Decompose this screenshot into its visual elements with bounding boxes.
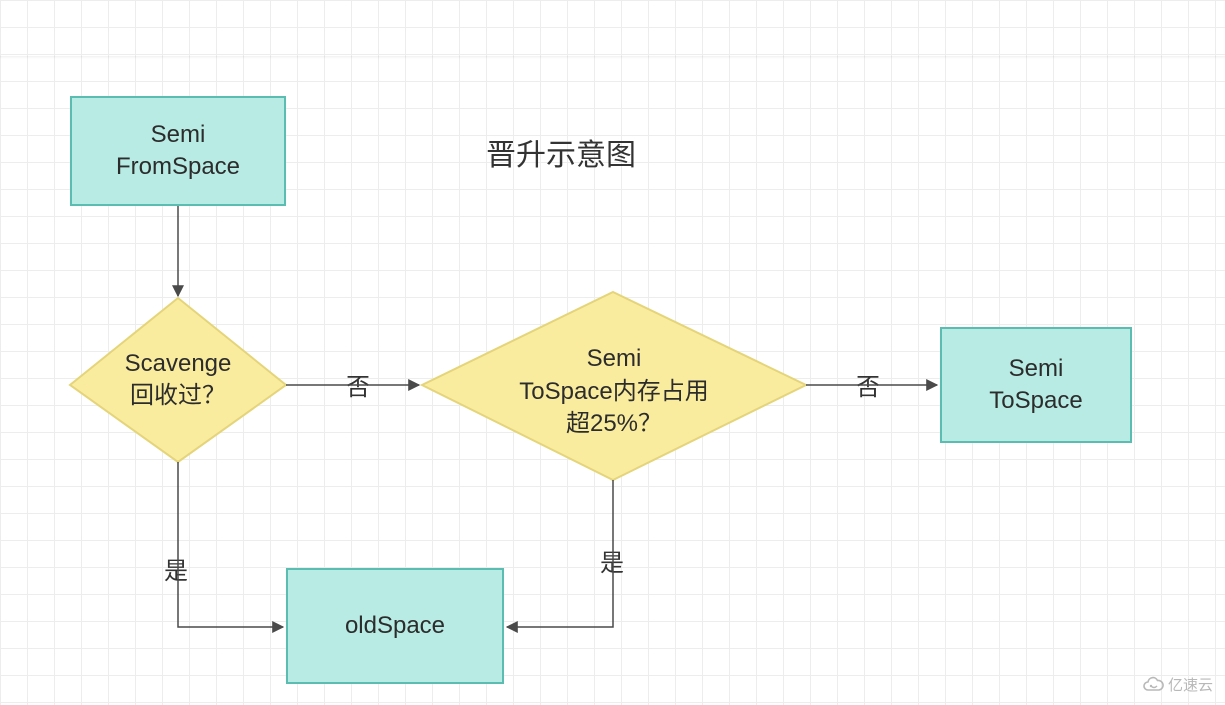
watermark: 亿速云: [1142, 674, 1213, 695]
node-text: ToSpace: [989, 387, 1082, 414]
node-text: oldSpace: [345, 610, 445, 642]
watermark-text: 亿速云: [1168, 674, 1213, 695]
edge-label-scavenge-yes: 是: [164, 556, 188, 588]
node-text: 超25%？: [566, 410, 662, 437]
node-text: Scavenge: [125, 350, 232, 377]
node-text: Semi: [1009, 355, 1064, 382]
node-scavenge-decision: Scavenge 回收过？: [70, 298, 286, 462]
edge-label-tospace-no: 否: [856, 372, 880, 404]
cloud-icon: [1142, 676, 1164, 694]
node-text: Semi: [151, 121, 206, 148]
diagram-title: 晋升示意图: [486, 136, 636, 177]
edge-label-tospace-yes: 是: [600, 548, 624, 580]
node-text: 回收过？: [130, 382, 226, 409]
node-oldspace: oldSpace: [286, 568, 504, 684]
node-semi-fromspace: Semi FromSpace: [70, 96, 286, 206]
node-semi-tospace: Semi ToSpace: [940, 327, 1132, 443]
edge-label-scavenge-no: 否: [346, 372, 370, 404]
node-text: FromSpace: [116, 153, 240, 180]
node-text: Semi: [587, 345, 642, 372]
node-tospace-memory-decision: Semi ToSpace内存占用 超25%？: [422, 300, 806, 484]
node-text: ToSpace内存占用: [519, 378, 708, 405]
top-shadow: [0, 56, 1225, 59]
